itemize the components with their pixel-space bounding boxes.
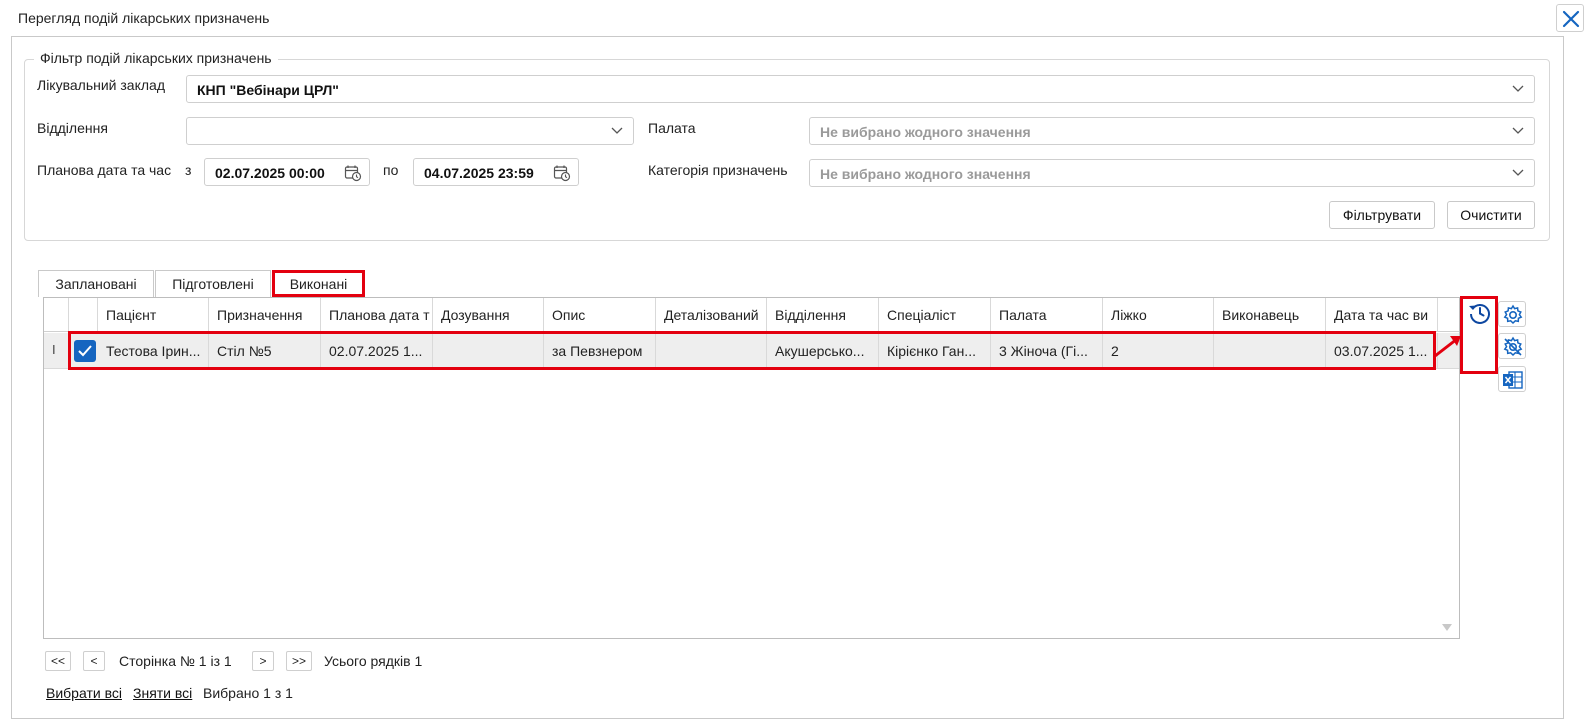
header-department[interactable]: Відділення [767, 298, 879, 332]
chevron-down-icon [1512, 169, 1524, 176]
excel-export-icon [1503, 371, 1523, 389]
excel-export-button[interactable] [1498, 366, 1526, 392]
date-to-input[interactable]: 04.07.2025 23:59 [413, 158, 579, 186]
next-page-button[interactable]: > [252, 651, 274, 671]
highlight-row-frame [68, 331, 1436, 370]
calendar-clock-icon[interactable] [344, 164, 362, 182]
chevron-down-icon [1512, 85, 1524, 92]
header-dosage[interactable]: Дозування [433, 298, 544, 332]
category-label: Категорія призначень [648, 162, 788, 178]
department-select[interactable] [186, 117, 634, 145]
tab-prepared[interactable]: Підготовлені [155, 270, 271, 297]
header-executor[interactable]: Виконавець [1214, 298, 1326, 332]
category-select[interactable]: Не вибрано жодного значення [809, 159, 1535, 187]
filter-legend: Фільтр подій лікарських призначень [34, 50, 278, 66]
facility-label: Лікувальний заклад [37, 77, 165, 93]
grid-header: Пацієнт Призначення Планова дата т Дозув… [44, 298, 1459, 332]
row-indicator: I [52, 342, 56, 357]
history-icon [1469, 304, 1490, 324]
select-all-link[interactable]: Вибрати всі [46, 685, 122, 701]
facility-value: КНП "Вебінари ЦРЛ" [197, 82, 339, 98]
header-specialist[interactable]: Спеціаліст [879, 298, 991, 332]
title-bar: Перегляд подій лікарських призначень [0, 0, 1590, 36]
header-planned-date[interactable]: Планова дата т [321, 298, 433, 332]
date-to-value: 04.07.2025 23:59 [424, 165, 534, 181]
header-description[interactable]: Опис [544, 298, 656, 332]
filter-button[interactable]: Фільтрувати [1329, 201, 1435, 229]
header-exec-date[interactable]: Дата та час ви [1326, 298, 1438, 332]
category-value: Не вибрано жодного значення [820, 166, 1031, 182]
settings-button[interactable] [1498, 301, 1526, 327]
header-detailed[interactable]: Деталізований [656, 298, 767, 332]
chevron-down-icon [611, 127, 623, 134]
prev-page-button[interactable]: < [83, 651, 105, 671]
page-text: Сторінка № 1 із 1 [119, 653, 232, 669]
date-from-input[interactable]: 02.07.2025 00:00 [204, 158, 370, 186]
tab-completed[interactable]: Виконані [272, 270, 365, 297]
department-label: Відділення [37, 120, 108, 136]
header-indicator [44, 298, 69, 332]
ward-select[interactable]: Не вибрано жодного значення [809, 117, 1535, 145]
ward-label: Палата [648, 120, 696, 136]
to-label: по [383, 162, 399, 178]
calendar-clock-icon[interactable] [553, 164, 571, 182]
header-patient[interactable]: Пацієнт [98, 298, 209, 332]
settings-icon [1503, 304, 1523, 325]
first-page-button[interactable]: << [45, 651, 71, 671]
clear-button[interactable]: Очистити [1447, 201, 1535, 229]
last-page-button[interactable]: >> [286, 651, 312, 671]
close-icon [1562, 10, 1580, 28]
date-label: Планова дата та час [37, 162, 172, 178]
selected-count-text: Вибрано 1 з 1 [203, 685, 293, 701]
header-prescription[interactable]: Призначення [209, 298, 321, 332]
column-settings-icon [1503, 336, 1523, 357]
deselect-all-link[interactable]: Зняти всі [133, 685, 192, 701]
tab-planned[interactable]: Заплановані [38, 270, 154, 297]
chevron-down-icon [1512, 127, 1524, 134]
history-button[interactable] [1467, 300, 1493, 329]
ward-value: Не вибрано жодного значення [820, 124, 1031, 140]
header-bed[interactable]: Ліжко [1103, 298, 1214, 332]
header-check[interactable] [69, 298, 98, 332]
close-button[interactable] [1556, 4, 1584, 32]
header-ward[interactable]: Палата [991, 298, 1103, 332]
from-label: з [185, 162, 192, 178]
facility-select[interactable]: КНП "Вебінари ЦРЛ" [186, 75, 1535, 103]
total-rows-text: Усього рядків 1 [324, 653, 423, 669]
arrow-annotation-icon [1434, 336, 1461, 358]
scroll-down-icon[interactable] [1442, 624, 1452, 632]
column-settings-button[interactable] [1498, 333, 1526, 359]
window-title: Перегляд подій лікарських призначень [18, 10, 270, 26]
date-from-value: 02.07.2025 00:00 [215, 165, 325, 181]
